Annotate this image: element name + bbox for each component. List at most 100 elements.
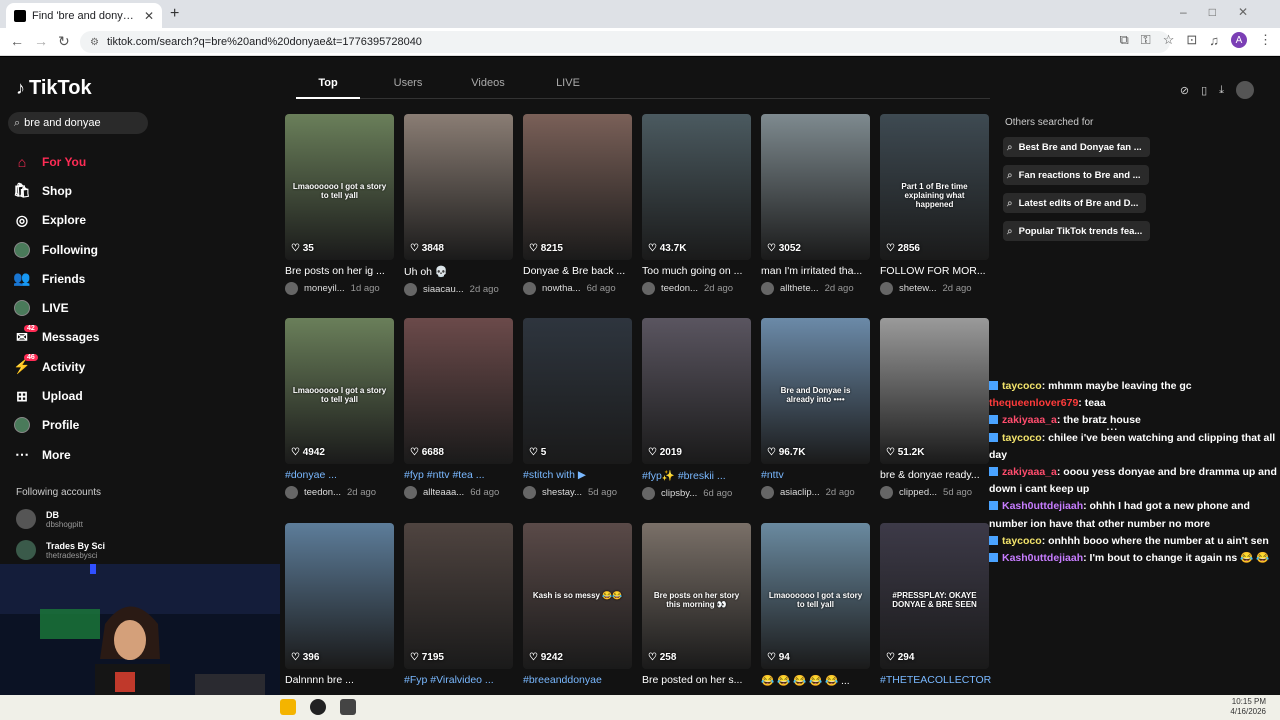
sidebar-item-profile[interactable]: Profile <box>14 411 99 440</box>
video-thumbnail[interactable]: ♡ 3848 <box>404 114 513 260</box>
video-card[interactable]: ♡ 3052 man I'm irritated tha... allthete..… <box>761 114 870 295</box>
video-thumbnail[interactable]: ♡ 396 <box>285 523 394 669</box>
url-field[interactable]: ⚙ tiktok.com/search?q=bre%20and%20donyae… <box>80 31 1170 53</box>
avatar[interactable] <box>523 486 536 499</box>
video-card[interactable]: Kash is so messy 😂😂 ♡ 9242 #breeanddonyae <box>523 523 632 686</box>
site-info-icon[interactable]: ⚙ <box>90 37 99 48</box>
profile-avatar[interactable] <box>1236 81 1254 99</box>
video-author[interactable]: nowtha... <box>542 283 581 294</box>
video-caption[interactable]: #THETEACOLLECTOR <box>880 674 995 686</box>
video-caption[interactable]: FOLLOW FOR MOR... <box>880 265 995 277</box>
video-caption[interactable]: Bre posts on her ig ... <box>285 265 400 277</box>
video-thumbnail[interactable]: Bre posts on her story this morning 👀 ♡ 2… <box>642 523 751 669</box>
avatar[interactable] <box>761 282 774 295</box>
related-search-item[interactable]: ⌕ Best Bre and Donyae fan ... <box>1003 137 1150 157</box>
device-icon[interactable]: ▯ <box>1201 84 1207 97</box>
sidebar-item-friends[interactable]: 👥 Friends <box>13 264 99 293</box>
video-card[interactable]: ♡ 2019 #fyp✨ #breskii ... clipsby... 6d ago <box>642 318 751 500</box>
video-caption[interactable]: #fyp✨ #breskii ... <box>642 469 757 482</box>
related-search-item[interactable]: ⌕ Popular TikTok trends fea... <box>1003 221 1151 241</box>
avatar[interactable] <box>523 282 536 295</box>
avatar[interactable] <box>642 282 655 295</box>
video-card[interactable]: ♡ 6688 #fyp #nttv #tea ... allteaaa... 6d a… <box>404 318 513 499</box>
tab-videos[interactable]: Videos <box>456 77 520 89</box>
video-thumbnail[interactable]: ♡ 7195 <box>404 523 513 669</box>
browser-tab[interactable]: Find 'bre and donyae' on TikTok ✕ <box>6 3 162 28</box>
bookmark-star-icon[interactable]: ☆ <box>1163 32 1175 48</box>
video-card[interactable]: Bre posts on her story this morning 👀 ♡ 2… <box>642 523 751 686</box>
video-author[interactable]: clipped... <box>899 487 937 498</box>
sidebar-item-activity[interactable]: ⚡ 46 Activity <box>13 352 99 381</box>
video-thumbnail[interactable]: Lmaoooooo I got a story to tell yall ♡ 94 <box>761 523 870 669</box>
video-card[interactable]: Lmaoooooo I got a story to tell yall ♡ 49… <box>285 318 394 499</box>
sidebar-item-following[interactable]: Following <box>14 235 99 264</box>
video-caption[interactable]: #donyae ... <box>285 469 400 481</box>
sidebar-item-messages[interactable]: ✉ 42 Messages <box>14 323 99 352</box>
reload-icon[interactable]: ↻ <box>58 33 70 50</box>
video-thumbnail[interactable]: ♡ 6688 <box>404 318 513 464</box>
sidebar-item-shop[interactable]: 🛍 Shop <box>13 176 99 205</box>
video-author[interactable]: asiaclip... <box>780 487 820 498</box>
key-icon[interactable]: ⚿ <box>1141 32 1151 48</box>
video-caption[interactable]: #nttv <box>761 469 876 481</box>
video-card[interactable]: Lmaoooooo I got a story to tell yall ♡ 94… <box>761 523 870 687</box>
tab-top[interactable]: Top <box>296 77 360 89</box>
video-caption[interactable]: Too much going on ... <box>642 265 757 277</box>
taskbar-app-icon[interactable] <box>280 699 296 715</box>
video-caption[interactable]: Uh oh 💀 <box>404 265 519 278</box>
video-thumbnail[interactable]: ♡ 3052 <box>761 114 870 260</box>
video-caption[interactable]: Donyae & Bre back ... <box>523 265 638 277</box>
avatar[interactable] <box>642 487 655 500</box>
related-search-item[interactable]: ⌕ Fan reactions to Bre and ... <box>1003 165 1149 185</box>
video-thumbnail[interactable]: Lmaoooooo I got a story to tell yall ♡ 35 <box>285 114 394 260</box>
taskbar-obs-icon[interactable] <box>340 699 356 715</box>
sidebar-item-more[interactable]: ⋯ More <box>14 440 99 469</box>
video-card[interactable]: ♡ 5 #stitch with ▶ shestay... 5d ago <box>523 318 632 499</box>
avatar[interactable] <box>404 486 417 499</box>
video-author[interactable]: moneyil... <box>304 283 345 294</box>
video-author[interactable]: siaacau... <box>423 284 464 295</box>
video-card[interactable]: ♡ 8215 Donyae & Bre back ... nowtha... 6d a… <box>523 114 632 295</box>
video-caption[interactable]: Dalnnnn bre ... <box>285 674 400 686</box>
video-caption[interactable]: #Fyp #Viralvideo ... <box>404 674 519 686</box>
video-thumbnail[interactable]: ♡ 43.7K <box>642 114 751 260</box>
video-thumbnail[interactable]: ♡ 2019 <box>642 318 751 464</box>
avatar[interactable] <box>404 283 417 296</box>
media-icon[interactable]: ♫ <box>1209 33 1219 48</box>
related-search-item[interactable]: ⌕ Latest edits of Bre and D... <box>1003 193 1147 213</box>
window-controls[interactable]: ‒□✕ <box>1180 5 1270 19</box>
video-thumbnail[interactable]: Kash is so messy 😂😂 ♡ 9242 <box>523 523 632 669</box>
video-caption[interactable]: 😂 😂 😂 😂 😂 ... <box>761 674 876 687</box>
video-author[interactable]: teedon... <box>661 283 698 294</box>
video-author[interactable]: teedon... <box>304 487 341 498</box>
browser-menu-icon[interactable]: ⋮ <box>1259 32 1272 48</box>
coins-icon[interactable]: ⊘ <box>1180 84 1189 97</box>
sidebar-item-for-you[interactable]: ⌂ For You <box>14 147 99 176</box>
video-card[interactable]: ♡ 7195 #Fyp #Viralvideo ... <box>404 523 513 686</box>
avatar[interactable] <box>880 486 893 499</box>
video-author[interactable]: allteaaa... <box>423 487 464 498</box>
video-thumbnail[interactable]: ♡ 5 <box>523 318 632 464</box>
video-caption[interactable]: Bre posted on her s... <box>642 674 757 686</box>
following-account-item[interactable]: DB dbshogpitt <box>16 509 83 529</box>
video-card[interactable]: #PRESSPLAY: OKAYE DONYAE & BRE SEEN ♡ 294… <box>880 523 991 686</box>
video-card[interactable]: Part 1 of Bre time explaining what happe… <box>880 114 989 295</box>
video-thumbnail[interactable]: #PRESSPLAY: OKAYE DONYAE & BRE SEEN ♡ 294 <box>880 523 989 669</box>
video-caption[interactable]: #breeanddonyae <box>523 674 638 686</box>
tiktok-logo[interactable]: ♪ TikTok <box>16 77 92 100</box>
taskbar-chrome-icon[interactable] <box>310 699 326 715</box>
extensions-icon[interactable]: ⊡ <box>1186 32 1197 48</box>
forward-icon[interactable]: → <box>34 33 48 49</box>
video-card[interactable]: ♡ 51.2K bre & donyae ready... clipped... 5d… <box>880 318 989 499</box>
video-thumbnail[interactable]: Lmaoooooo I got a story to tell yall ♡ 49… <box>285 318 394 464</box>
video-card[interactable]: ♡ 396 Dalnnnn bre ... <box>285 523 394 686</box>
video-card[interactable]: ♡ 43.7K Too much going on ... teedon... 2d … <box>642 114 751 295</box>
video-thumbnail[interactable]: Part 1 of Bre time explaining what happe… <box>880 114 989 260</box>
download-icon[interactable]: ⤓ <box>1219 84 1224 97</box>
browser-profile-avatar[interactable]: A <box>1231 32 1247 48</box>
sidebar-item-upload[interactable]: ⊞ Upload <box>14 381 99 410</box>
tab-users[interactable]: Users <box>376 77 440 89</box>
video-card[interactable]: Bre and Donyae is already into •••• ♡ 96.… <box>761 318 870 499</box>
video-thumbnail[interactable]: ♡ 51.2K <box>880 318 989 464</box>
video-card[interactable]: ♡ 3848 Uh oh 💀 siaacau... 2d ago <box>404 114 513 296</box>
